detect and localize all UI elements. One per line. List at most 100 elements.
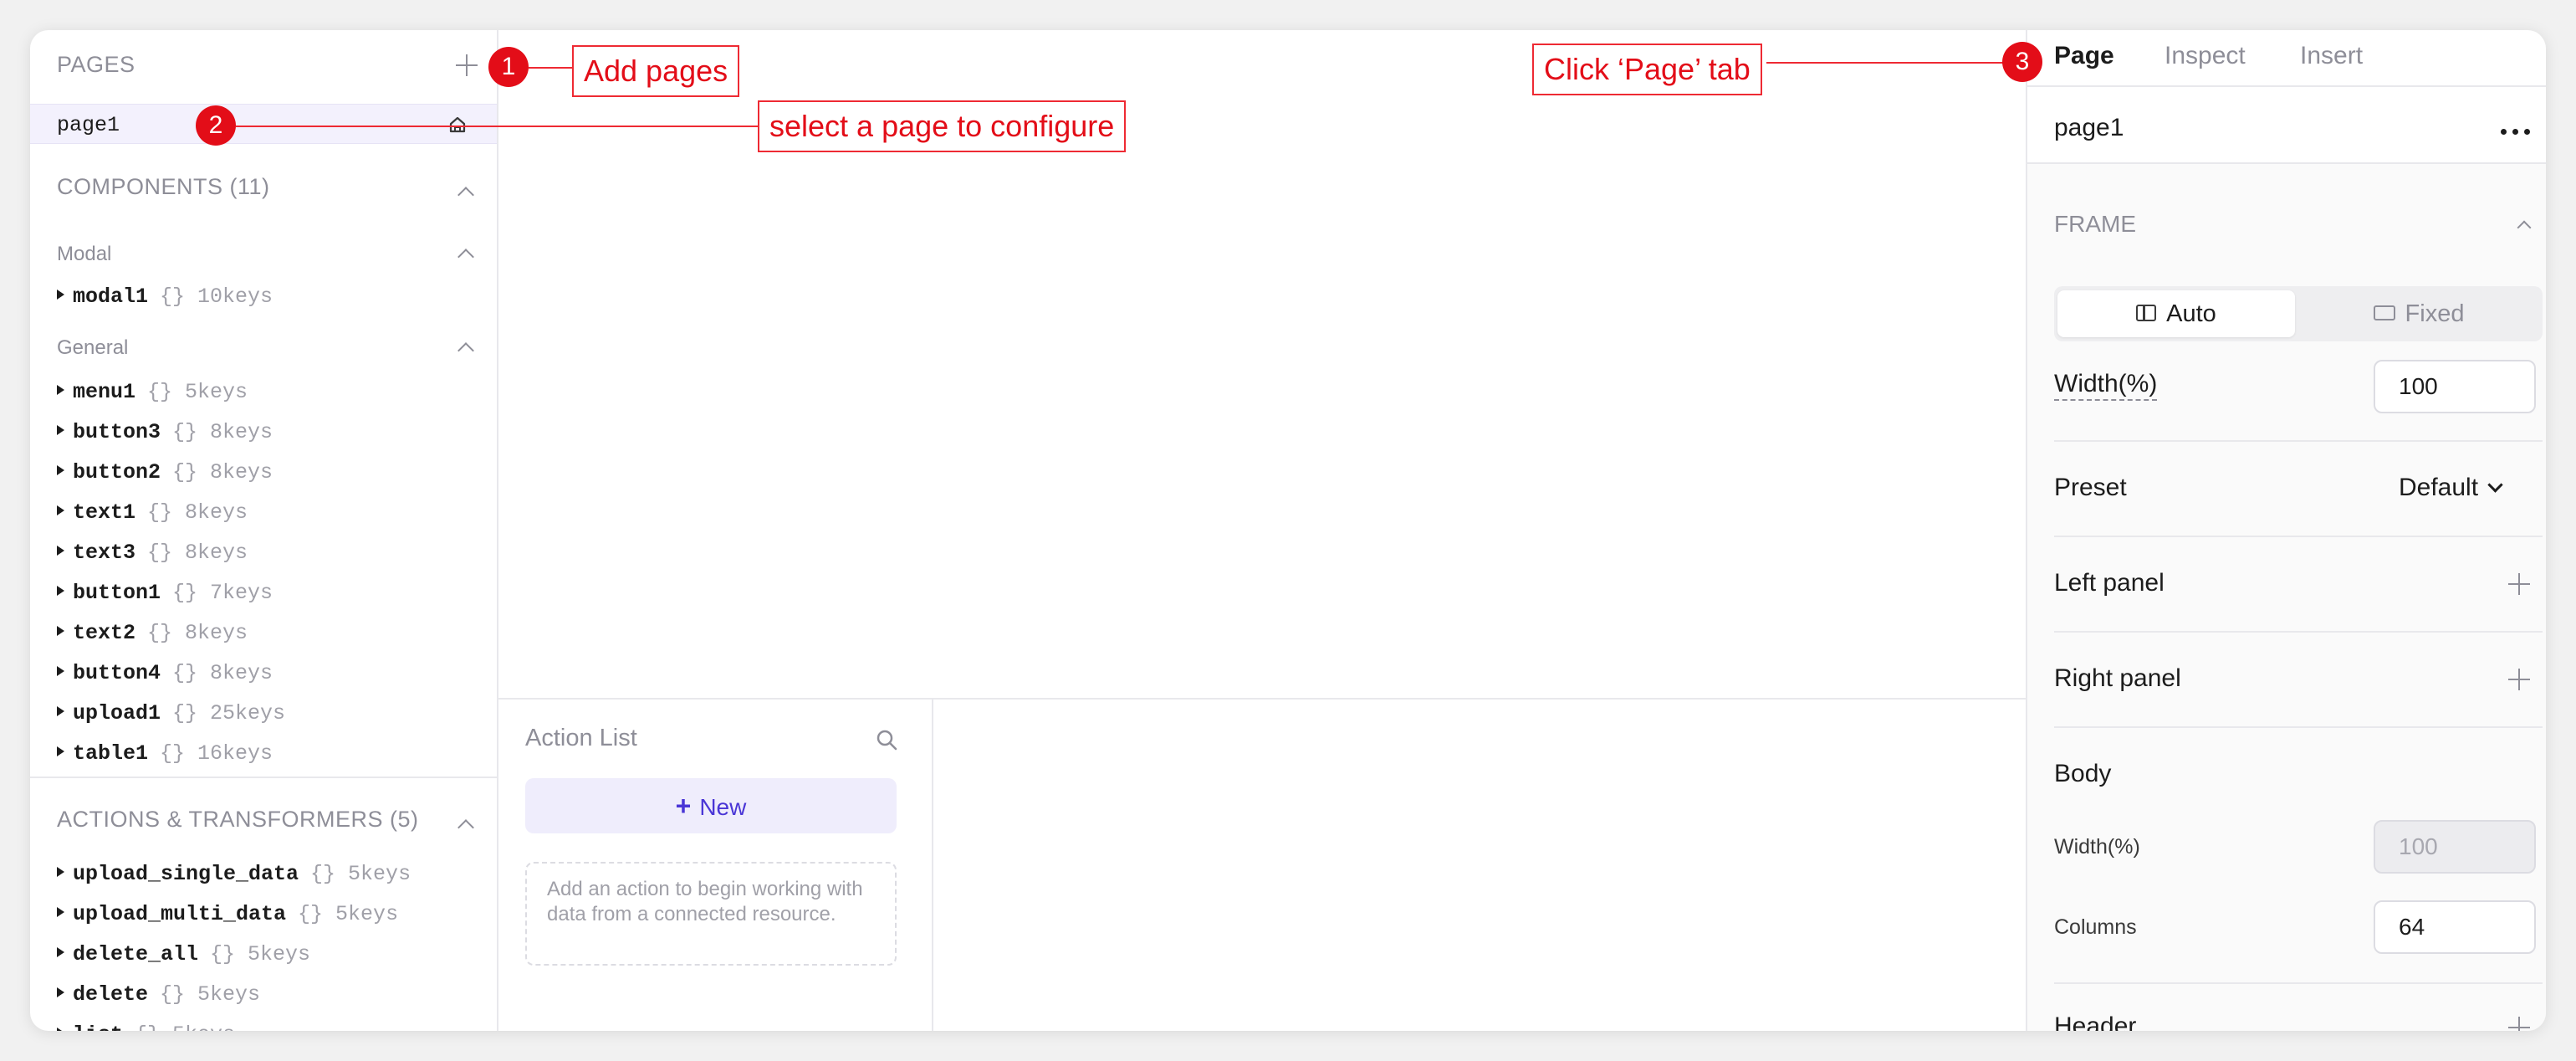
expand-icon [57, 1028, 64, 1031]
components-header: COMPONENTS (11) [57, 174, 270, 199]
expand-icon [57, 425, 64, 436]
add-right-panel-icon[interactable] [2507, 668, 2531, 691]
expand-icon [57, 290, 64, 300]
app-window: PAGES page1 COMPONENTS (11) Modal modal1… [30, 30, 2546, 1031]
columns-input[interactable]: 64 [2374, 900, 2536, 954]
divider [2054, 726, 2543, 728]
add-header-icon[interactable] [2507, 1016, 2531, 1031]
expand-icon [57, 947, 64, 958]
page-title: page1 [2054, 114, 2124, 141]
annotation-line [1766, 62, 2032, 64]
collapse-modal-icon[interactable] [457, 249, 474, 265]
home-icon [449, 116, 466, 133]
action-item[interactable]: delete{} 5keys [57, 982, 260, 1007]
bottom-panel: Action List + New Add an action to begin … [498, 698, 2026, 1031]
action-item[interactable]: list{} 5keys [57, 1023, 235, 1031]
divider [2054, 631, 2543, 633]
tab-insert[interactable]: Insert [2300, 42, 2363, 70]
expand-icon [57, 867, 64, 878]
collapse-frame-icon[interactable] [2517, 220, 2532, 235]
expand-icon [57, 465, 64, 476]
expand-icon [57, 546, 64, 556]
annotation-badge-3: 3 [2002, 42, 2042, 82]
more-options-icon[interactable] [2501, 129, 2531, 136]
component-item[interactable]: modal1{} 10keys [57, 284, 273, 309]
divider [2054, 536, 2543, 537]
page-name: page1 [57, 113, 120, 137]
component-item[interactable]: table1{} 16keys [57, 741, 273, 766]
expand-icon [57, 706, 64, 717]
tab-inspect[interactable]: Inspect [2165, 42, 2246, 70]
preset-select[interactable]: Default [2399, 474, 2503, 502]
expand-icon [57, 586, 64, 597]
divider [2054, 982, 2543, 984]
component-item[interactable]: button2{} 8keys [57, 460, 273, 484]
expand-icon [57, 666, 64, 677]
page-canvas[interactable] [498, 30, 2026, 698]
component-item[interactable]: text2{} 8keys [57, 621, 248, 645]
columns-label: Columns [2054, 915, 2137, 939]
component-item[interactable]: button4{} 8keys [57, 661, 273, 685]
action-item[interactable]: upload_single_data{} 5keys [57, 862, 411, 886]
add-left-panel-icon[interactable] [2507, 572, 2531, 596]
width-input[interactable]: 100 [2374, 360, 2536, 413]
annotation-callout-3: Click ‘Page’ tab [1532, 44, 1762, 95]
right-panel-label: Right panel [2054, 664, 2181, 692]
body-width-input: 100 [2374, 820, 2536, 874]
frame-header: FRAME [2054, 211, 2136, 237]
width-label: Width(%) [2054, 370, 2158, 401]
expand-icon [57, 505, 64, 516]
frame-mode-toggle: Auto Fixed [2054, 286, 2543, 341]
header-label: Header [2054, 1012, 2137, 1031]
annotation-badge-1: 1 [488, 47, 529, 87]
left-panel: PAGES page1 COMPONENTS (11) Modal modal1… [30, 30, 498, 1031]
component-item[interactable]: text3{} 8keys [57, 541, 248, 565]
annotation-line [529, 67, 572, 69]
empty-state-text: Add an action to begin working with data… [525, 862, 897, 966]
annotation-callout-1: Add pages [572, 45, 740, 97]
frame-section: FRAME Auto Fixed Width(%) 100 Preset Def… [2027, 162, 2546, 1031]
expand-icon [57, 385, 64, 396]
actions-header: ACTIONS & TRANSFORMERS (5) [57, 807, 419, 832]
left-panel-label: Left panel [2054, 569, 2165, 597]
annotation-badge-2: 2 [196, 105, 236, 146]
expand-icon [57, 626, 64, 637]
right-panel-tabs: Page Inspect Insert [2027, 30, 2546, 87]
expand-icon [57, 907, 64, 918]
component-item[interactable]: button1{} 7keys [57, 581, 273, 605]
page-row[interactable]: page1 [30, 104, 497, 144]
plus-icon: + [675, 791, 692, 821]
search-icon[interactable] [875, 728, 898, 751]
action-item[interactable]: delete_all{} 5keys [57, 942, 310, 966]
action-editor-area [933, 700, 2026, 1031]
body-label: Body [2054, 760, 2112, 787]
component-item[interactable]: menu1{} 5keys [57, 380, 248, 404]
frame-auto-option[interactable]: Auto [2057, 290, 2295, 337]
tab-page[interactable]: Page [2054, 42, 2114, 70]
action-item[interactable]: upload_multi_data{} 5keys [57, 902, 398, 926]
collapse-components-icon[interactable] [457, 187, 474, 203]
add-page-icon[interactable] [455, 54, 478, 77]
chevron-down-icon [2487, 477, 2503, 493]
collapse-general-icon[interactable] [457, 342, 474, 359]
preset-label: Preset [2054, 474, 2127, 501]
auto-layout-icon [2136, 305, 2157, 322]
pages-header: PAGES [57, 52, 135, 77]
collapse-actions-icon[interactable] [457, 819, 474, 836]
action-list-title: Action List [525, 725, 637, 751]
frame-fixed-option[interactable]: Fixed [2300, 290, 2538, 337]
group-general: General [57, 336, 129, 359]
expand-icon [57, 987, 64, 998]
component-item[interactable]: text1{} 8keys [57, 500, 248, 525]
divider [2054, 440, 2543, 442]
group-modal: Modal [57, 243, 112, 265]
component-item[interactable]: button3{} 8keys [57, 420, 273, 444]
body-width-label: Width(%) [2054, 835, 2140, 859]
new-action-button[interactable]: + New [525, 778, 897, 833]
expand-icon [57, 746, 64, 757]
right-panel: Page Inspect Insert page1 FRAME Auto Fix… [2026, 30, 2546, 1031]
annotation-line [236, 126, 758, 127]
component-item[interactable]: upload1{} 25keys [57, 701, 285, 725]
section-divider [30, 777, 497, 778]
action-list-panel: Action List + New Add an action to begin … [498, 700, 933, 1031]
